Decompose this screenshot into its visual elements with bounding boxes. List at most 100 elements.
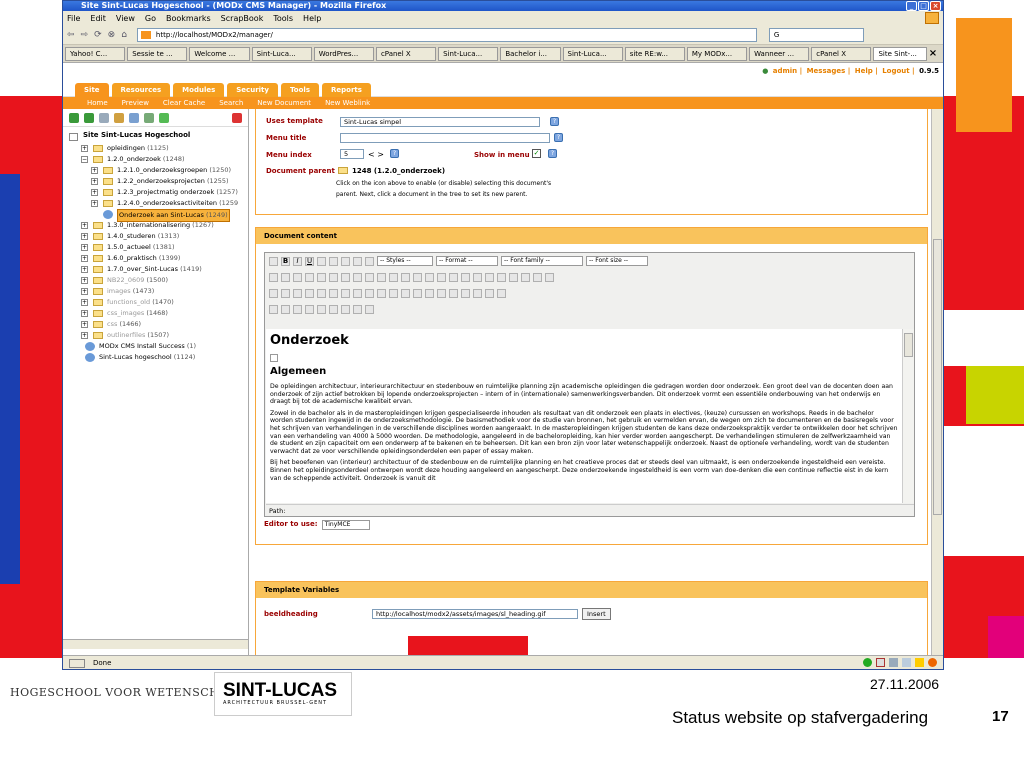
expand-tree-icon[interactable] [69,112,79,123]
paste-icon[interactable] [293,272,302,282]
admin-link[interactable]: admin [773,67,797,75]
tree-hscrollbar[interactable] [63,639,248,649]
row-props-icon[interactable] [281,288,290,298]
home-icon[interactable]: ⌂ [121,30,127,40]
template-select[interactable]: Sint-Lucas simpel [340,117,540,127]
absolute-icon[interactable] [305,304,314,314]
html-icon[interactable] [509,272,518,282]
expand-node-icon[interactable]: + [81,288,88,295]
tree-node[interactable]: +1.3.0_internationalisering (1267) [63,220,248,231]
search-input[interactable]: G [768,27,864,42]
tree-node[interactable]: +1.7.0_over_Sint-Lucas (1419) [63,264,248,275]
stop-icon[interactable]: ⊗ [108,30,116,40]
layer-icon[interactable] [269,304,278,314]
emotions-icon[interactable] [425,288,434,298]
menu-index-arrows[interactable]: < > [368,150,384,159]
align-left-icon[interactable] [329,256,338,266]
forward-icon[interactable]: ⇨ [81,30,89,40]
content-vscrollbar[interactable] [931,109,943,655]
align-right-icon[interactable] [353,256,362,266]
expand-node-icon[interactable]: + [81,266,88,273]
hide-tree-icon[interactable] [232,112,242,123]
back-icon[interactable]: ⇦ [67,30,75,40]
maximize-button[interactable]: □ [918,1,929,11]
tab-reports[interactable]: Reports [321,83,371,97]
link-icon[interactable] [437,272,446,282]
tab-sessie[interactable]: Sessie te ... [127,46,188,61]
advhr-icon[interactable] [449,288,458,298]
tab-site[interactable]: Site [75,83,109,97]
url-bar[interactable]: http://localhost/MODx2/manager/ [136,27,757,42]
copy-icon[interactable] [281,272,290,282]
sub-preview[interactable]: Preview [122,99,149,107]
indent-icon[interactable] [401,272,410,282]
tab-tools[interactable]: Tools [280,83,319,97]
tree-node[interactable]: +1.5.0_actueel (1381) [63,242,248,253]
menu-title-help-icon[interactable]: ? [554,133,563,142]
unlink-icon[interactable] [449,272,458,282]
sub-search[interactable]: Search [219,99,243,107]
tree-node[interactable]: +1.2.2_onderzoeksprojecten (1255) [63,176,248,187]
tree-node[interactable]: − 1.2.0_onderzoek (1248) [63,154,248,165]
undo-icon[interactable] [413,272,422,282]
outdent-icon[interactable] [389,272,398,282]
tab-wanneer[interactable]: Wanneer ... [749,46,810,61]
menu-index-input[interactable]: 5 [340,149,364,159]
tab-my-modx[interactable]: My MODx... [686,46,748,61]
font-family-select[interactable]: -- Font family -- [501,256,583,266]
redo-icon[interactable] [425,272,434,282]
bold-icon[interactable]: B [281,256,290,266]
move-forward-icon[interactable] [281,304,290,314]
move-backward-icon[interactable] [293,304,302,314]
new-document-icon[interactable] [99,112,109,123]
content-scroll-thumb[interactable] [933,239,942,515]
sub-home[interactable]: Home [87,99,108,107]
bg-color-icon[interactable] [545,272,554,282]
expand-node-icon[interactable]: + [81,277,88,284]
paste-text-icon[interactable] [329,272,338,282]
insert-col-icon[interactable] [329,288,338,298]
new-weblink-icon[interactable] [114,112,124,123]
menu-bookmarks[interactable]: Bookmarks [166,14,211,23]
tab-resources[interactable]: Resources [111,83,171,97]
delete-row-icon[interactable] [317,288,326,298]
tree-root[interactable]: Site Sint-Lucas Hogeschool [63,130,248,143]
tab-sint-lucas-3[interactable]: Sint-Luca... [562,46,623,61]
expand-node-icon[interactable]: + [91,178,98,185]
messages-link[interactable]: Messages [807,67,846,75]
rtl-icon[interactable] [485,288,494,298]
print-icon[interactable] [461,288,470,298]
paste-word-icon[interactable] [341,272,350,282]
menu-file[interactable]: File [67,14,80,23]
cleanup-icon[interactable] [485,272,494,282]
cite-icon[interactable] [341,304,350,314]
styles-select[interactable]: -- Styles -- [377,256,433,266]
subscript-icon[interactable] [389,288,398,298]
align-center-icon[interactable] [341,256,350,266]
collapse-node-icon[interactable]: − [81,156,88,163]
show-in-menu-help-icon[interactable]: ? [548,149,557,158]
bullet-list-icon[interactable] [365,272,374,282]
tab-sint-lucas-1[interactable]: Sint-Luca... [251,46,312,61]
parent-folder-icon[interactable] [338,167,348,174]
tab-modules[interactable]: Modules [173,83,225,97]
tree-node[interactable]: +1.2.3_projectmatig onderzoek (1257) [63,187,248,198]
sub-new-document[interactable]: New Document [257,99,311,107]
replace-icon[interactable] [317,272,326,282]
expand-node-icon[interactable]: + [81,255,88,262]
tab-welcome[interactable]: Welcome ... [189,46,250,61]
media-icon[interactable] [437,288,446,298]
align-justify-icon[interactable] [365,256,374,266]
expand-node-icon[interactable]: + [81,321,88,328]
numbered-list-icon[interactable] [377,272,386,282]
table-icon[interactable] [521,272,530,282]
tree-node[interactable]: +1.2.4.0_onderzoeksactiviteiten (1259 [63,198,248,209]
template-help-icon[interactable]: ? [550,117,559,126]
tree-node[interactable]: Onderzoek aan Sint-Lucas (1249) [63,209,248,222]
collapse-tree-icon[interactable] [84,112,94,123]
expand-node-icon[interactable]: + [91,167,98,174]
expand-node-icon[interactable]: + [81,145,88,152]
fullscreen-icon[interactable] [497,288,506,298]
hr-icon[interactable] [353,288,362,298]
expand-node-icon[interactable]: + [91,189,98,196]
